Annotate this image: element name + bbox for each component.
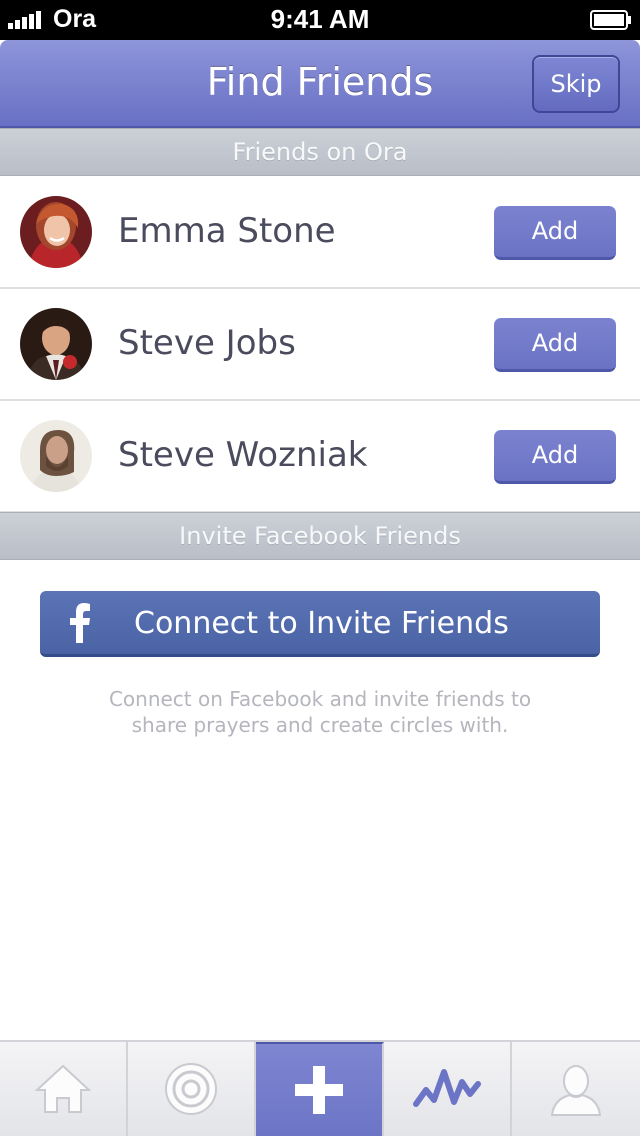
tab-home[interactable] [0, 1042, 128, 1136]
section-header-friends-on-ora: Friends on Ora [0, 128, 640, 176]
add-friend-button[interactable]: Add [494, 318, 616, 372]
navigation-bar: Find Friends Skip [0, 40, 640, 128]
facebook-description-line: share prayers and create circles with. [131, 713, 509, 737]
home-icon [35, 1064, 91, 1113]
activity-wave-icon [413, 1069, 481, 1107]
friend-row: Emma Stone Add [0, 177, 640, 289]
tab-profile[interactable] [512, 1042, 640, 1136]
tab-bar [0, 1040, 640, 1136]
status-bar: Ora 9:41 AM [0, 0, 640, 40]
friend-row: Steve Jobs Add [0, 289, 640, 401]
profile-icon [550, 1065, 602, 1116]
avatar [20, 196, 92, 268]
tab-circles[interactable] [128, 1042, 256, 1136]
tab-add[interactable] [256, 1042, 384, 1136]
avatar [20, 420, 92, 492]
facebook-connect-label: Connect to Invite Friends [134, 606, 509, 641]
friend-name: Steve Jobs [118, 323, 296, 363]
facebook-connect-button[interactable]: Connect to Invite Friends [40, 591, 600, 657]
plus-icon [295, 1066, 343, 1114]
battery-icon [590, 10, 631, 30]
friend-row: Steve Wozniak Add [0, 401, 640, 513]
add-friend-button[interactable]: Add [494, 430, 616, 484]
avatar [20, 308, 92, 380]
section-header-invite-facebook: Invite Facebook Friends [0, 512, 640, 560]
facebook-f-icon [70, 603, 90, 643]
target-icon [165, 1063, 217, 1115]
tab-activity[interactable] [384, 1042, 512, 1136]
friend-name: Emma Stone [118, 211, 336, 251]
friend-name: Steve Wozniak [118, 435, 368, 475]
status-time: 9:41 AM [270, 4, 370, 34]
facebook-description: Connect on Facebook and invite friends t… [40, 686, 600, 738]
facebook-description-line: Connect on Facebook and invite friends t… [108, 687, 532, 711]
skip-button[interactable]: Skip [532, 55, 620, 113]
add-friend-button[interactable]: Add [494, 206, 616, 260]
